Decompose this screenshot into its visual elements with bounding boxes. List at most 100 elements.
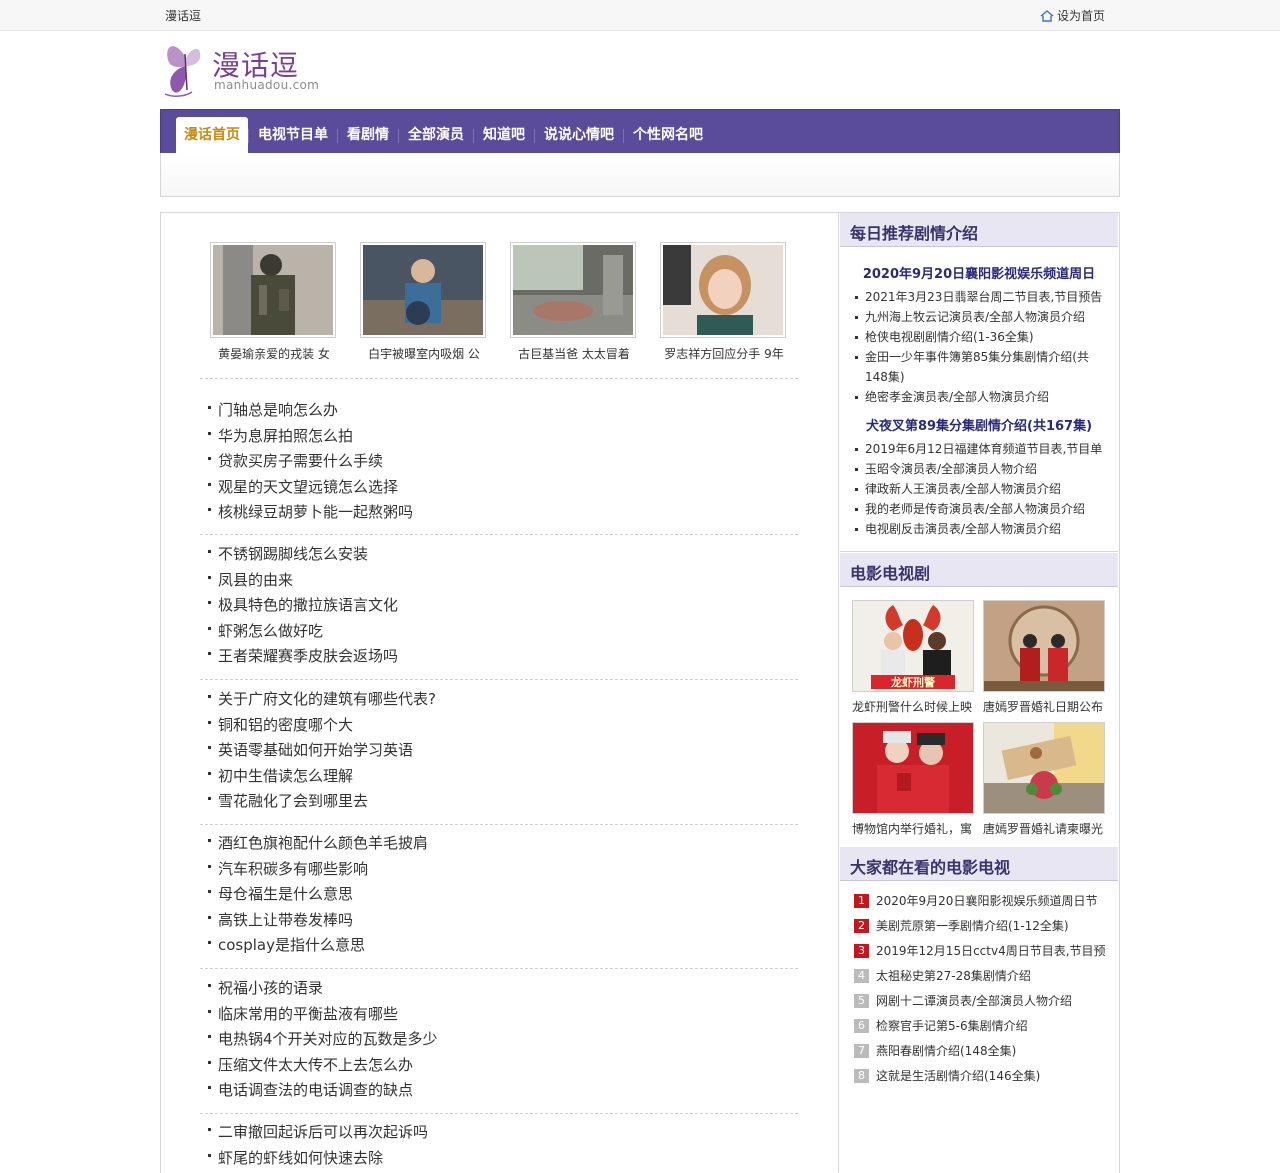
article-link[interactable]: 英语零基础如何开始学习英语: [206, 738, 796, 764]
movie-item[interactable]: 龙虾刑警 龙虾刑警什么时候上映: [852, 600, 974, 715]
daily-list-item[interactable]: 绝密孝金演员表/全部人物演员介绍: [852, 387, 1110, 407]
soldier-photo: [213, 245, 333, 335]
popular-item-label[interactable]: 2019年12月15日cctv4周日节目表,节目预: [876, 941, 1106, 961]
invitation-photo: [984, 723, 1104, 813]
photo-thumbnail[interactable]: [510, 242, 636, 338]
movie-thumbnail[interactable]: [852, 722, 974, 814]
photo-caption[interactable]: 古巨基当爸 太太冒着: [510, 345, 638, 362]
set-home-link[interactable]: 设为首页: [1040, 7, 1105, 24]
popular-item-label[interactable]: 太祖秘史第27-28集剧情介绍: [876, 966, 1031, 986]
nav-item-4[interactable]: 知道吧: [474, 117, 534, 154]
article-link[interactable]: 初中生借读怎么理解: [206, 764, 796, 790]
popular-item[interactable]: 3 2019年12月15日cctv4周日节目表,节目预: [854, 941, 1110, 966]
nav-item-0[interactable]: 漫话首页: [176, 117, 248, 154]
article-link[interactable]: 电话调查法的电话调查的缺点: [206, 1078, 796, 1104]
article-link[interactable]: 压缩文件太大传不上去怎么办: [206, 1053, 796, 1079]
movie-thumbnail[interactable]: [983, 722, 1105, 814]
daily-list-item[interactable]: 金田一少年事件簿第85集分集剧情介绍(共148集): [852, 347, 1110, 387]
popular-item-label[interactable]: 2020年9月20日襄阳影视娱乐频道周日节: [876, 891, 1097, 911]
popular-item-label[interactable]: 这就是生活剧情介绍(146全集): [876, 1066, 1040, 1086]
article-link[interactable]: 二审撤回起诉后可以再次起诉吗: [206, 1120, 796, 1146]
movie-thumbnail[interactable]: [983, 600, 1105, 692]
daily-list-item[interactable]: 我的老师是传奇演员表/全部人物演员介绍: [852, 499, 1110, 519]
article-link[interactable]: 虾粥怎么做好吃: [206, 619, 796, 645]
article-link[interactable]: 王者荣耀赛季皮肤会返场吗: [206, 644, 796, 670]
article-link[interactable]: 铜和铝的密度哪个大: [206, 713, 796, 739]
photo-caption[interactable]: 白宇被曝室内吸烟 公: [360, 345, 488, 362]
site-name-link[interactable]: 漫话逗: [165, 7, 201, 24]
photo-item[interactable]: 古巨基当爸 太太冒着: [510, 242, 636, 362]
rank-badge: 8: [854, 1069, 869, 1083]
photo-thumbnail[interactable]: [660, 242, 786, 338]
article-link[interactable]: 祝福小孩的语录: [206, 976, 796, 1002]
movie-caption[interactable]: 龙虾刑警什么时候上映: [852, 698, 974, 715]
article-list: 关于广府文化的建筑有哪些代表? 铜和铝的密度哪个大 英语零基础如何开始学习英语 …: [206, 687, 796, 815]
nav-item-6[interactable]: 个性网名吧: [624, 117, 712, 154]
photo-item[interactable]: 白宇被曝室内吸烟 公: [360, 242, 486, 362]
daily-list-item[interactable]: 2021年3月23日翡翠台周二节目表,节目预告: [852, 287, 1110, 307]
set-home-label: 设为首页: [1057, 9, 1106, 23]
article-link[interactable]: cosplay是指什么意思: [206, 933, 796, 959]
popular-item[interactable]: 2 美剧荒原第一季剧情介绍(1-12全集): [854, 916, 1110, 941]
rank-badge: 3: [854, 944, 869, 958]
photo-item[interactable]: 罗志祥方回应分手 9年: [660, 242, 786, 362]
popular-item[interactable]: 5 网剧十二谭演员表/全部演员人物介绍: [854, 991, 1110, 1016]
article-link[interactable]: 虾尾的虾线如何快速去除: [206, 1146, 796, 1172]
article-link[interactable]: 关于广府文化的建筑有哪些代表?: [206, 687, 796, 713]
movie-item[interactable]: 唐嫣罗晋婚礼日期公布: [983, 600, 1105, 715]
daily-feature-link[interactable]: 犬夜叉第89集分集剧情介绍(共167集): [840, 415, 1118, 434]
article-link[interactable]: 高铁上让带卷发棒吗: [206, 908, 796, 934]
article-link[interactable]: 凤县的由来: [206, 568, 796, 594]
movie-item[interactable]: 唐嫣罗晋婚礼请柬曝光: [983, 722, 1105, 837]
daily-list-item[interactable]: 2019年6月12日福建体育频道节目表,节目单: [852, 439, 1110, 459]
movie-caption[interactable]: 博物馆内举行婚礼，寓: [852, 820, 974, 837]
popular-item-label[interactable]: 检察官手记第5-6集剧情介绍: [876, 1016, 1028, 1036]
nav-item-1[interactable]: 电视节目单: [249, 117, 337, 154]
article-link[interactable]: 汽车积碳多有哪些影响: [206, 857, 796, 883]
daily-list-item[interactable]: 电视剧反击演员表/全部人物演员介绍: [852, 519, 1110, 539]
article-link[interactable]: 临床常用的平衡盐液有哪些: [206, 1002, 796, 1028]
popular-item[interactable]: 8 这就是生活剧情介绍(146全集): [854, 1066, 1110, 1091]
popular-item[interactable]: 7 燕阳春剧情介绍(148全集): [854, 1041, 1110, 1066]
popular-item-label[interactable]: 美剧荒原第一季剧情介绍(1-12全集): [876, 916, 1069, 936]
popular-item-label[interactable]: 燕阳春剧情介绍(148全集): [876, 1041, 1016, 1061]
couple-photo: [853, 723, 973, 813]
photo-thumbnail[interactable]: [360, 242, 486, 338]
daily-list: 2021年3月23日翡翠台周二节目表,节目预告 九州海上牧云记演员表/全部人物演…: [852, 287, 1110, 407]
daily-list-item[interactable]: 玉昭令演员表/全部演员人物介绍: [852, 459, 1110, 479]
article-link[interactable]: 酒红色旗袍配什么颜色羊毛披肩: [206, 831, 796, 857]
column-divider: [838, 212, 839, 1172]
photo-item[interactable]: 黄晏瑜亲爱的戎装 女: [210, 242, 336, 362]
nav-item-5[interactable]: 说说心情吧: [535, 117, 623, 154]
article-link[interactable]: 核桃绿豆胡萝卜能一起熬粥吗: [206, 500, 796, 526]
article-link[interactable]: 华为息屏拍照怎么拍: [206, 424, 796, 450]
movie-item[interactable]: 博物馆内举行婚礼，寓: [852, 722, 974, 837]
daily-list-item[interactable]: 律政新人王演员表/全部人物演员介绍: [852, 479, 1110, 499]
daily-feature-link[interactable]: 2020年9月20日襄阳影视娱乐频道周日: [840, 263, 1118, 282]
site-logo[interactable]: 漫话逗 manhuadou.com: [162, 38, 342, 100]
photo-caption[interactable]: 罗志祥方回应分手 9年: [660, 345, 788, 362]
photo-caption[interactable]: 黄晏瑜亲爱的戎装 女: [210, 345, 338, 362]
article-link[interactable]: 雪花融化了会到哪里去: [206, 789, 796, 815]
daily-list-item[interactable]: 九州海上牧云记演员表/全部人物演员介绍: [852, 307, 1110, 327]
article-link[interactable]: 极具特色的撒拉族语言文化: [206, 593, 796, 619]
popular-item[interactable]: 1 2020年9月20日襄阳影视娱乐频道周日节: [854, 891, 1110, 916]
nav-item-2[interactable]: 看剧情: [338, 117, 398, 154]
movie-caption[interactable]: 唐嫣罗晋婚礼日期公布: [983, 698, 1105, 715]
photo-thumbnail[interactable]: [210, 242, 336, 338]
article-link[interactable]: 不锈钢踢脚线怎么安装: [206, 542, 796, 568]
article-link[interactable]: 贷款买房子需要什么手续: [206, 449, 796, 475]
article-link[interactable]: 电热锅4个开关对应的瓦数是多少: [206, 1027, 796, 1053]
daily-list-item[interactable]: 枪侠电视剧剧情介绍(1-36全集): [852, 327, 1110, 347]
article-link[interactable]: 门轴总是响怎么办: [206, 398, 796, 424]
movie-caption[interactable]: 唐嫣罗晋婚礼请柬曝光: [983, 820, 1105, 837]
popular-item-label[interactable]: 网剧十二谭演员表/全部演员人物介绍: [876, 991, 1072, 1011]
popular-item[interactable]: 4 太祖秘史第27-28集剧情介绍: [854, 966, 1110, 991]
nav-item-3[interactable]: 全部演员: [399, 117, 473, 154]
home-icon: [1040, 9, 1054, 22]
article-link[interactable]: 观星的天文望远镜怎么选择: [206, 475, 796, 501]
article-list: 祝福小孩的语录 临床常用的平衡盐液有哪些 电热锅4个开关对应的瓦数是多少 压缩文…: [206, 976, 796, 1104]
article-link[interactable]: 母仓福生是什么意思: [206, 882, 796, 908]
movie-thumbnail[interactable]: 龙虾刑警: [852, 600, 974, 692]
popular-item[interactable]: 6 检察官手记第5-6集剧情介绍: [854, 1016, 1110, 1041]
